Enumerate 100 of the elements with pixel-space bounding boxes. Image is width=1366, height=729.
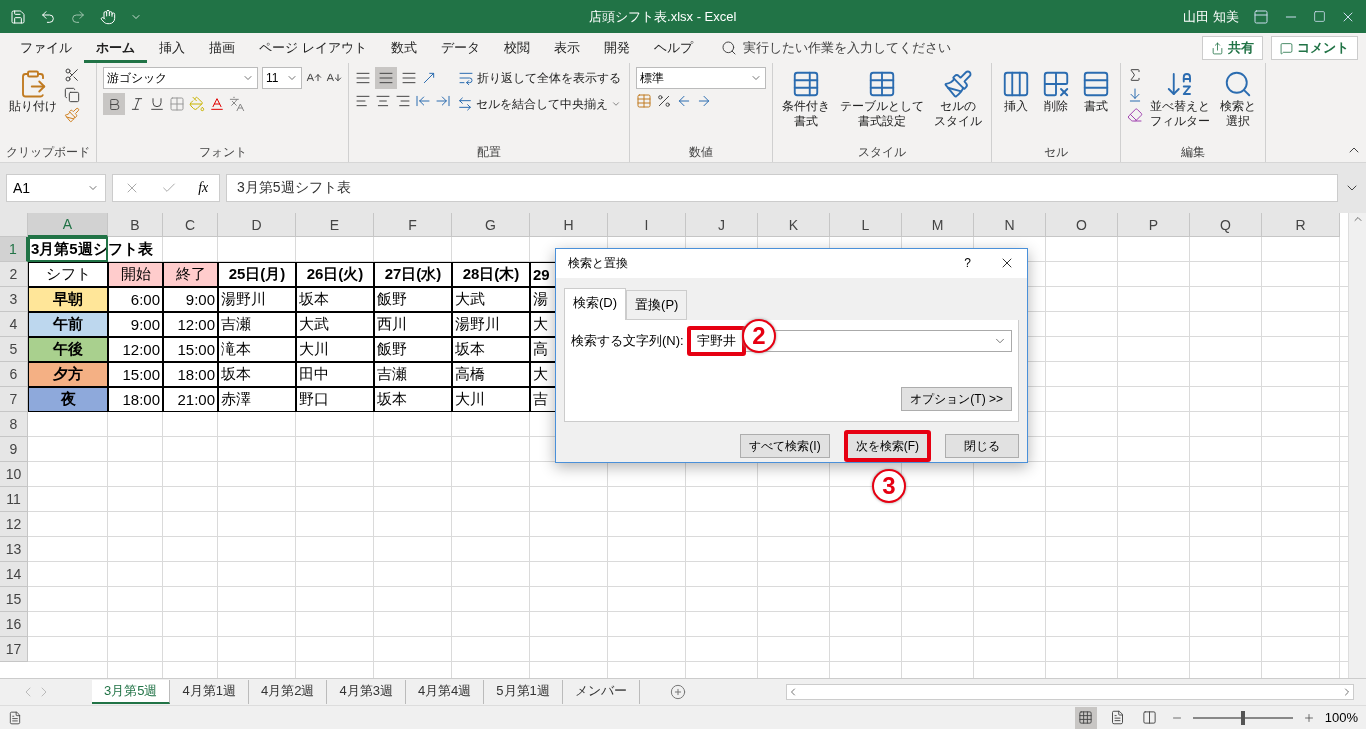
align-bottom-icon[interactable]: [401, 70, 417, 86]
column-header[interactable]: G: [452, 213, 530, 237]
column-header[interactable]: J: [686, 213, 758, 237]
dialog-tab[interactable]: 置換(P): [626, 289, 688, 320]
column-header[interactable]: Q: [1190, 213, 1262, 237]
font-color-icon[interactable]: [209, 96, 225, 112]
touch-mode-icon[interactable]: [100, 8, 116, 25]
align-center-icon[interactable]: [375, 93, 391, 109]
autosum-icon[interactable]: [1127, 67, 1143, 83]
ribbon-button[interactable]: テーブルとして 書式設定: [837, 67, 927, 144]
row-header[interactable]: 12: [0, 512, 28, 537]
decimal-decrease-icon[interactable]: [696, 93, 712, 109]
merge-center-button[interactable]: セルを結合して中央揃え: [455, 93, 623, 115]
sheet-tab[interactable]: メンバー: [562, 680, 640, 704]
ribbon-button[interactable]: 条件付き 書式: [779, 67, 833, 144]
column-header[interactable]: K: [758, 213, 830, 237]
row-header[interactable]: 8: [0, 412, 28, 437]
ribbon-button[interactable]: 削除: [1038, 67, 1074, 144]
column-header[interactable]: B: [108, 213, 163, 237]
column-header[interactable]: O: [1046, 213, 1118, 237]
indent-increase-icon[interactable]: [435, 93, 451, 109]
column-header[interactable]: P: [1118, 213, 1190, 237]
share-button[interactable]: 共有: [1202, 36, 1263, 60]
help-button[interactable]: ?: [964, 256, 971, 271]
sheet-tab[interactable]: 4月第2週: [248, 680, 328, 704]
menu-tab[interactable]: 表示: [541, 33, 592, 63]
menu-tab[interactable]: データ: [428, 33, 492, 63]
dialog-tab[interactable]: 検索(D): [564, 287, 627, 320]
add-sheet-icon[interactable]: [669, 684, 686, 700]
sheet-tab[interactable]: 4月第3週: [327, 680, 406, 704]
menu-tab[interactable]: 開発: [591, 33, 642, 63]
function-button[interactable]: fx: [198, 180, 209, 196]
row-header[interactable]: 11: [0, 487, 28, 512]
row-header[interactable]: 5: [0, 337, 28, 362]
align-middle-button[interactable]: [375, 67, 397, 89]
name-box[interactable]: A1: [6, 174, 106, 202]
horizontal-scrollbar[interactable]: [785, 684, 1354, 700]
undo-icon[interactable]: [40, 8, 56, 25]
menu-tab[interactable]: 描画: [197, 33, 247, 63]
brush-icon[interactable]: [64, 107, 80, 123]
column-header[interactable]: D: [218, 213, 296, 237]
number-format-field[interactable]: 標準: [636, 67, 766, 89]
row-header[interactable]: 3: [0, 287, 28, 312]
ribbon-display-icon[interactable]: [1253, 8, 1269, 25]
italic-icon[interactable]: [129, 96, 145, 112]
ribbon-button[interactable]: 挿入: [998, 67, 1034, 144]
row-header[interactable]: 15: [0, 587, 28, 612]
dialog-button[interactable]: 閉じる: [945, 434, 1019, 458]
align-top-icon[interactable]: [355, 70, 371, 86]
phonetic-icon[interactable]: [229, 96, 245, 112]
column-header[interactable]: C: [163, 213, 218, 237]
menu-tab[interactable]: 挿入: [147, 33, 197, 63]
fill-color-icon[interactable]: [189, 96, 205, 112]
orientation-icon[interactable]: [421, 70, 437, 86]
save-icon[interactable]: [10, 8, 26, 25]
dialog-button[interactable]: すべて検索(I): [740, 434, 830, 458]
menu-tab[interactable]: 数式: [378, 33, 429, 63]
underline-icon[interactable]: [149, 96, 165, 112]
sheet-tab[interactable]: 3月第5週: [92, 680, 171, 704]
options-button[interactable]: オプション(T) >>: [901, 387, 1012, 411]
column-header[interactable]: A: [28, 213, 108, 237]
menu-tab[interactable]: ヘルプ: [641, 33, 705, 63]
column-header[interactable]: M: [902, 213, 974, 237]
zoom-in-icon[interactable]: [1302, 711, 1315, 724]
row-header[interactable]: 6: [0, 362, 28, 387]
redo-icon[interactable]: [70, 8, 86, 25]
menu-tab[interactable]: 校閲: [491, 33, 542, 63]
row-header[interactable]: 2: [0, 262, 28, 287]
copy-icon[interactable]: [64, 87, 80, 103]
vertical-scrollbar[interactable]: [1348, 213, 1366, 678]
font-name-field[interactable]: 游ゴシック: [103, 67, 258, 89]
row-header[interactable]: 16: [0, 612, 28, 637]
font-size-field[interactable]: 11: [262, 67, 302, 89]
bold-button[interactable]: [103, 93, 125, 115]
row-header[interactable]: 17: [0, 637, 28, 662]
align-left-icon[interactable]: [355, 93, 371, 109]
row-header[interactable]: 14: [0, 562, 28, 587]
sheet-tab[interactable]: 4月第1週: [170, 680, 249, 704]
comment-button[interactable]: コメント: [1271, 36, 1358, 60]
column-header[interactable]: F: [374, 213, 452, 237]
row-header[interactable]: 4: [0, 312, 28, 337]
sheet-tab[interactable]: 5月第1週: [484, 680, 563, 704]
wrap-text-button[interactable]: 折り返して全体を表示する: [455, 67, 623, 89]
align-right-icon[interactable]: [395, 93, 411, 109]
normal-view-button[interactable]: [1074, 706, 1097, 729]
sheet-tab[interactable]: 4月第4週: [405, 680, 485, 704]
macro-record-icon[interactable]: [8, 710, 22, 725]
clear-icon[interactable]: [1127, 107, 1143, 123]
tell-me-field[interactable]: 実行したい作業を入力してください: [742, 39, 1202, 57]
ribbon-button[interactable]: セルの スタイル: [931, 67, 985, 144]
row-header[interactable]: 1: [0, 237, 28, 262]
column-header[interactable]: L: [830, 213, 902, 237]
column-header[interactable]: R: [1262, 213, 1340, 237]
column-header[interactable]: E: [296, 213, 374, 237]
percent-icon[interactable]: [656, 93, 672, 109]
restore-icon[interactable]: [1313, 10, 1326, 23]
formula-field[interactable]: 3月第5週シフト表: [226, 174, 1338, 202]
menu-tab[interactable]: ページ レイアウト: [247, 33, 379, 63]
column-header[interactable]: H: [530, 213, 608, 237]
search-icon[interactable]: [720, 40, 737, 56]
